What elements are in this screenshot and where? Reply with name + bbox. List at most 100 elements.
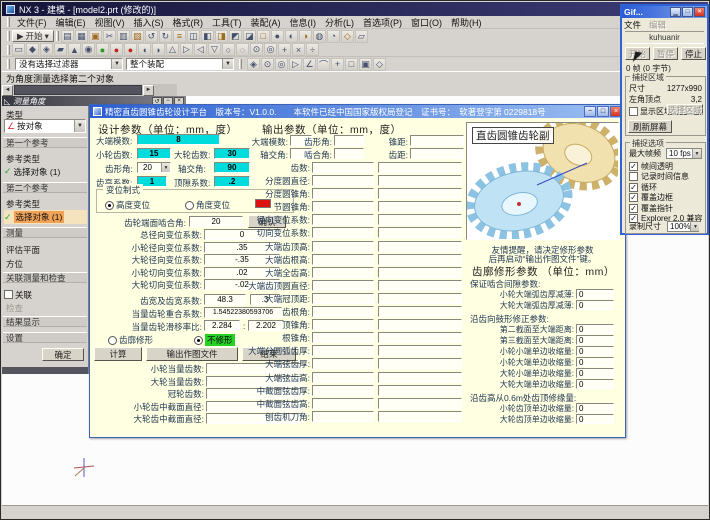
toolbar-icon[interactable]: ▷ <box>180 43 193 56</box>
pinion-value-field[interactable] <box>312 267 374 278</box>
toolbar-icon[interactable]: ▥ <box>117 30 130 43</box>
chevron-down-icon[interactable]: ▼ <box>690 222 699 231</box>
gear-teeth-field[interactable]: 30 <box>214 148 250 159</box>
option-checkbox-row[interactable]: 记录时间信息 <box>626 172 705 183</box>
angle-modification-radio[interactable]: 角度变位 <box>185 199 230 211</box>
maximize-icon[interactable]: □ <box>682 7 693 17</box>
chevron-down-icon[interactable]: ▼ <box>222 59 233 69</box>
value-field[interactable]: 0 <box>576 414 614 424</box>
output-drawing-button[interactable]: 输出作图文件 <box>146 347 238 361</box>
toolbar-icon[interactable]: ● <box>96 43 109 56</box>
menu-item[interactable]: 窗口(O) <box>407 16 446 29</box>
menu-item[interactable]: 帮助(H) <box>447 16 486 29</box>
pinion-value-field[interactable] <box>312 306 374 317</box>
checkbox-icon[interactable]: ✓ <box>629 193 638 202</box>
toolbar-icon[interactable]: ⊙ <box>261 58 274 71</box>
menu-item[interactable]: 格式(R) <box>169 16 208 29</box>
checkbox-icon[interactable]: ✓ <box>629 204 638 213</box>
toolbar-icon[interactable]: ◉ <box>82 43 95 56</box>
toolbar-icon[interactable]: ◐ <box>285 30 298 43</box>
toolbar-icon[interactable]: ◎ <box>264 43 277 56</box>
toolbar-icon[interactable]: ◖ <box>138 43 151 56</box>
toolbar-icon[interactable]: ◇ <box>341 30 354 43</box>
toolbar-icon[interactable]: × <box>292 43 305 56</box>
gear-value-field[interactable] <box>378 372 462 383</box>
checkbox-icon[interactable] <box>4 290 13 299</box>
pinion-value-field[interactable] <box>312 385 374 396</box>
pinion-value-field[interactable] <box>312 162 374 173</box>
gear-value-field[interactable] <box>378 280 462 291</box>
eval-plane-label[interactable]: 评估平面 <box>6 244 40 256</box>
select-object-row-2[interactable]: ✓ 选择对象 (1) <box>4 210 87 224</box>
toolbar-icon[interactable]: ◎ <box>275 58 288 71</box>
gear-value-field[interactable] <box>378 345 462 356</box>
pinion-value-field[interactable] <box>312 175 374 186</box>
toolbar-icon[interactable]: ◑ <box>299 30 312 43</box>
out-cone-dist-field[interactable] <box>410 135 464 146</box>
toolbar-icon[interactable]: ▨ <box>131 30 144 43</box>
toolbar-icon[interactable]: ● <box>124 43 137 56</box>
profile-modification-radio[interactable]: 齿廓修形 <box>108 334 153 346</box>
pinion-value-field[interactable] <box>312 188 374 199</box>
calculate-button[interactable]: 计算 <box>94 347 142 361</box>
gear-value-field[interactable] <box>378 175 462 186</box>
gear-value-field[interactable] <box>378 214 462 225</box>
pinion-value-field[interactable] <box>312 227 374 238</box>
pinion-value-field[interactable] <box>312 345 374 356</box>
value-field[interactable]: 0 <box>576 324 614 334</box>
gear-value-field[interactable] <box>378 227 462 238</box>
pinion-value-field[interactable] <box>312 332 374 343</box>
pinion-value-field[interactable] <box>312 319 374 330</box>
pinion-value-field[interactable] <box>312 214 374 225</box>
gif-titlebar[interactable]: Gif... ▁ □ × <box>622 6 707 18</box>
menu-item[interactable]: 视图(V) <box>91 16 129 29</box>
toolbar-icon[interactable]: ▣ <box>359 58 372 71</box>
toolbar-icon[interactable]: ◩ <box>229 30 242 43</box>
gear-value-field[interactable] <box>378 188 462 199</box>
value-field[interactable]: 0 <box>576 300 614 310</box>
toolbar-icon[interactable]: ◈ <box>40 43 53 56</box>
toolbar-icon[interactable]: ◇ <box>373 58 386 71</box>
checkbox-icon[interactable] <box>629 172 638 181</box>
gear-value-field[interactable] <box>378 293 462 304</box>
toolbar-icon[interactable]: ◌ <box>236 43 249 56</box>
menu-item[interactable]: 首选项(P) <box>359 16 406 29</box>
refresh-screen-button[interactable]: 刷新屏幕 <box>628 120 672 133</box>
pinion-value-field[interactable] <box>312 372 374 383</box>
minimize-icon[interactable]: ▁ <box>670 7 681 17</box>
value-field[interactable]: 0 <box>576 403 614 413</box>
toolbar-icon[interactable]: ⊙ <box>250 43 263 56</box>
pinion-value-field[interactable] <box>312 280 374 291</box>
toolbar-icon[interactable]: ◗ <box>152 43 165 56</box>
value-field[interactable]: 0 <box>576 346 614 356</box>
associative-checkbox-row[interactable]: 关联 <box>4 288 87 301</box>
gear-value-field[interactable] <box>378 398 462 409</box>
toolbar-icon[interactable]: ÷ <box>306 43 319 56</box>
no-modification-radio[interactable]: 不修形 <box>194 334 235 346</box>
option-checkbox-row[interactable]: ✓ 循环 <box>626 182 705 193</box>
gear-value-field[interactable] <box>378 411 462 422</box>
radio-icon[interactable] <box>108 336 117 345</box>
toolbar-icon[interactable]: ● <box>110 43 123 56</box>
pressure-angle-dropdown[interactable]: 20▼ <box>137 162 171 173</box>
stop-capture-button[interactable]: 停止 <box>681 47 706 60</box>
pinion-value-field[interactable] <box>312 293 374 304</box>
horizontal-scrollbar[interactable]: ◄ ► <box>2 84 177 96</box>
height-modification-radio[interactable]: 高度变位 <box>105 199 150 211</box>
toolbar-icon[interactable]: ▷ <box>289 58 302 71</box>
toolbar-icon[interactable]: ↻ <box>159 30 172 43</box>
toolbar-icon[interactable]: ▰ <box>54 43 67 56</box>
toolbar-icon[interactable]: ◆ <box>26 43 39 56</box>
gear-value-field[interactable] <box>378 241 462 252</box>
pinion-teeth-field[interactable]: 15 <box>137 148 171 159</box>
menu-item[interactable]: 编辑(E) <box>52 16 90 29</box>
chevron-down-icon[interactable]: ▼ <box>692 149 701 158</box>
select-object-row-1[interactable]: ✓ 选择对象 (1) <box>4 165 87 178</box>
toolbar-icon[interactable]: □ <box>257 30 270 43</box>
option-checkbox-row[interactable]: ✓ 覆盖指针 <box>626 203 705 214</box>
selection-filter-dropdown[interactable]: 没有选择过滤器 ▼ <box>15 58 123 70</box>
pinion-value-field[interactable] <box>312 411 374 422</box>
gear-value-field[interactable] <box>378 162 462 173</box>
scroll-right-icon[interactable]: ► <box>143 85 154 96</box>
gear-value-field[interactable] <box>378 254 462 265</box>
